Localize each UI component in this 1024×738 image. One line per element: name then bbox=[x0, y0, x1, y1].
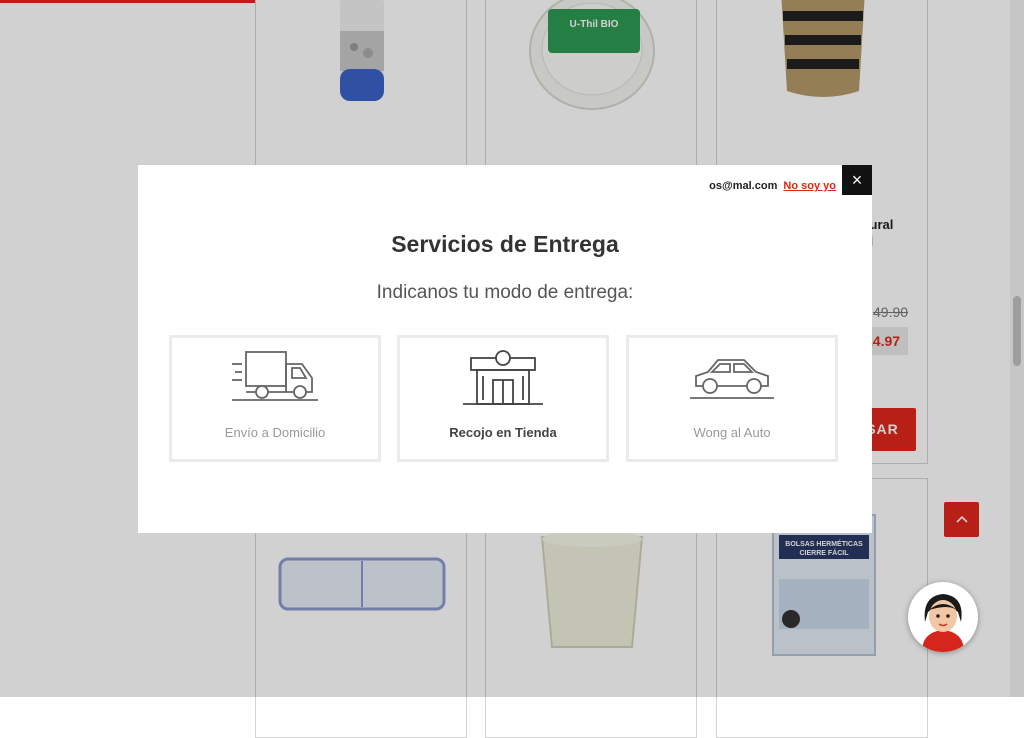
delivery-truck-icon bbox=[232, 351, 318, 401]
close-modal-button[interactable]: × bbox=[842, 165, 872, 195]
user-account-line: os@mal.com No soy yo bbox=[709, 180, 836, 192]
delivery-modal: os@mal.com No soy yo × Servicios de Entr… bbox=[138, 165, 872, 533]
delivery-option-label: Envío a Domicilio bbox=[224, 425, 326, 440]
delivery-option-label: Wong al Auto bbox=[693, 425, 771, 440]
modal-title: Servicios de Entrega bbox=[391, 231, 619, 257]
delivery-option-store-pickup[interactable]: Recojo en Tienda bbox=[397, 335, 609, 462]
assistant-avatar-icon bbox=[910, 584, 976, 652]
user-email: os@mal.com bbox=[709, 180, 778, 192]
delivery-option-home[interactable]: Envío a Domicilio bbox=[169, 335, 381, 462]
car-icon bbox=[690, 359, 774, 399]
not-me-link[interactable]: No soy yo bbox=[783, 180, 836, 192]
chat-assistant-avatar[interactable] bbox=[908, 582, 978, 652]
modal-subtitle: Indicanos tu modo de entrega: bbox=[376, 282, 634, 303]
store-pickup-icon bbox=[463, 350, 543, 405]
delivery-option-car[interactable]: Wong al Auto bbox=[626, 335, 838, 462]
close-icon: × bbox=[851, 169, 863, 190]
delivery-option-label: Recojo en Tienda bbox=[449, 425, 557, 440]
